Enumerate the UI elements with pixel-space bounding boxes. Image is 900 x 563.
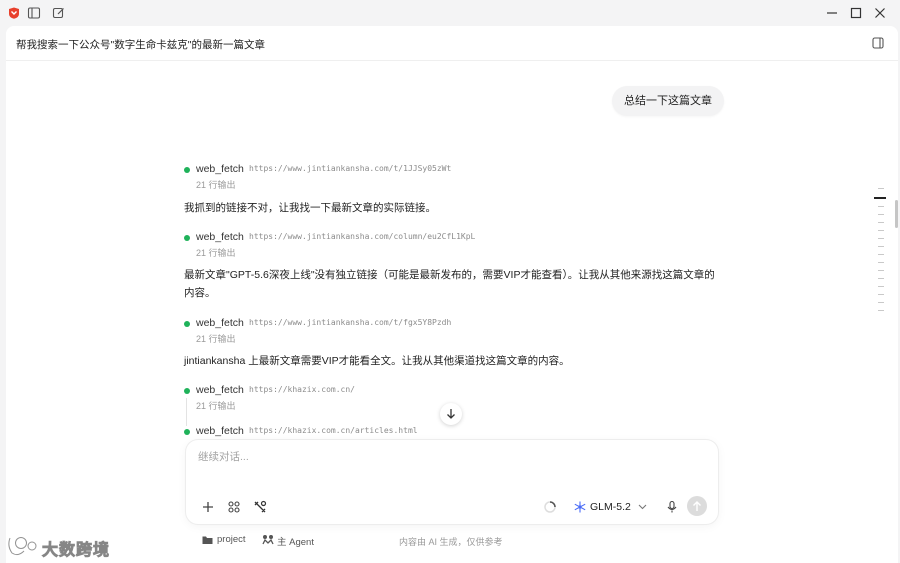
outline-mark[interactable] [878, 206, 884, 207]
agent-icon [262, 535, 274, 545]
tool-url: https://www.jintiankansha.com/column/eu2… [249, 232, 476, 241]
outline-mark[interactable] [878, 230, 884, 231]
tool-url: https://khazix.com.cn/ [249, 385, 355, 394]
tool-output-lines: 21 行输出 [196, 248, 236, 258]
sidebar-toggle-icon[interactable] [27, 6, 41, 20]
tool-output-lines: 21 行输出 [196, 401, 236, 411]
outline-mark[interactable] [878, 254, 884, 255]
project-label: project [217, 534, 246, 545]
tool-name: web_fetch [196, 425, 244, 437]
app-logo-icon [9, 7, 19, 19]
outline-mark-active[interactable] [874, 197, 886, 199]
minimize-icon[interactable] [823, 4, 841, 22]
microphone-icon[interactable] [664, 499, 680, 515]
right-panel-toggle-icon[interactable] [872, 37, 884, 49]
status-dot-icon [184, 429, 190, 435]
tool-name: web_fetch [196, 231, 244, 243]
maximize-icon[interactable] [847, 4, 865, 22]
tool-url: https://khazix.com.cn/articles.html [249, 426, 418, 435]
tool-url: https://www.jintiankansha.com/t/1JJSy05z… [249, 164, 452, 173]
user-message-bubble: 总结一下这篇文章 [612, 86, 724, 116]
tool-name: web_fetch [196, 163, 244, 175]
close-icon[interactable] [871, 4, 889, 22]
outline-mark[interactable] [878, 262, 884, 263]
agent-label: 主 Agent [277, 537, 314, 548]
loading-icon [544, 501, 556, 513]
send-icon [693, 501, 701, 511]
outline-mark[interactable] [878, 310, 884, 311]
send-button[interactable] [687, 496, 707, 516]
chat-main-panel: 帮我搜索一下公众号"数字生命卡兹克"的最新一篇文章 总结一下这篇文章 web_f… [6, 26, 898, 563]
assistant-message: 最新文章"GPT-5.6深夜上线"没有独立链接（可能是最新发布的，需要VIP才能… [184, 269, 715, 299]
status-dot-icon [184, 321, 190, 327]
tools-icon[interactable] [252, 499, 268, 515]
status-dot-icon [184, 235, 190, 241]
window-titlebar [0, 0, 900, 26]
outline-mark[interactable] [878, 222, 884, 223]
ai-disclaimer: 内容由 AI 生成，仅供参考 [399, 537, 503, 547]
conversation-title: 帮我搜索一下公众号"数字生命卡兹克"的最新一篇文章 [16, 39, 265, 51]
tool-name: web_fetch [196, 317, 244, 329]
message-input[interactable] [196, 446, 710, 468]
status-dot-icon [184, 167, 190, 173]
status-dot-icon [184, 388, 190, 394]
scrollbar-thumb[interactable] [895, 200, 898, 228]
outline-mark[interactable] [878, 270, 884, 271]
tool-output-lines: 21 行输出 [196, 334, 236, 344]
outline-mark[interactable] [878, 188, 884, 189]
outline-mark[interactable] [878, 302, 884, 303]
tool-output-lines: 21 行输出 [196, 180, 236, 190]
scroll-to-bottom-button[interactable] [440, 403, 462, 425]
watermark: 大数跨境 [6, 534, 124, 560]
model-name: GLM-5.2 [590, 501, 631, 513]
model-selector[interactable]: GLM-5.2 [572, 499, 652, 515]
tool-name: web_fetch [196, 384, 244, 396]
conversation-header: 帮我搜索一下公众号"数字生命卡兹克"的最新一篇文章 [6, 26, 898, 61]
apps-icon[interactable] [226, 499, 242, 515]
new-chat-icon[interactable] [52, 6, 66, 20]
outline-mark[interactable] [878, 294, 884, 295]
tool-url: https://www.jintiankansha.com/t/fgx5Y8Pz… [249, 318, 452, 327]
arrow-down-icon [447, 409, 455, 419]
assistant-message: jintiankansha 上最新文章需要VIP才能看全文。让我从其他渠道找这篇… [184, 355, 570, 367]
tool-connector-line [186, 398, 187, 426]
conversation-outline[interactable] [874, 186, 890, 316]
folder-icon [202, 536, 213, 544]
outline-mark[interactable] [878, 278, 884, 279]
outline-mark[interactable] [878, 246, 884, 247]
outline-mark[interactable] [878, 238, 884, 239]
model-icon [574, 501, 586, 513]
watermark-text: 大数跨境 [42, 542, 111, 560]
watermark-logo-icon [7, 537, 37, 557]
outline-mark[interactable] [878, 286, 884, 287]
message-composer: GLM-5.2 [186, 440, 718, 524]
chevron-down-icon [638, 504, 647, 510]
outline-mark[interactable] [878, 214, 884, 215]
assistant-message: 我抓到的链接不对，让我找一下最新文章的实际链接。 [184, 202, 436, 214]
plus-icon[interactable] [200, 499, 216, 515]
